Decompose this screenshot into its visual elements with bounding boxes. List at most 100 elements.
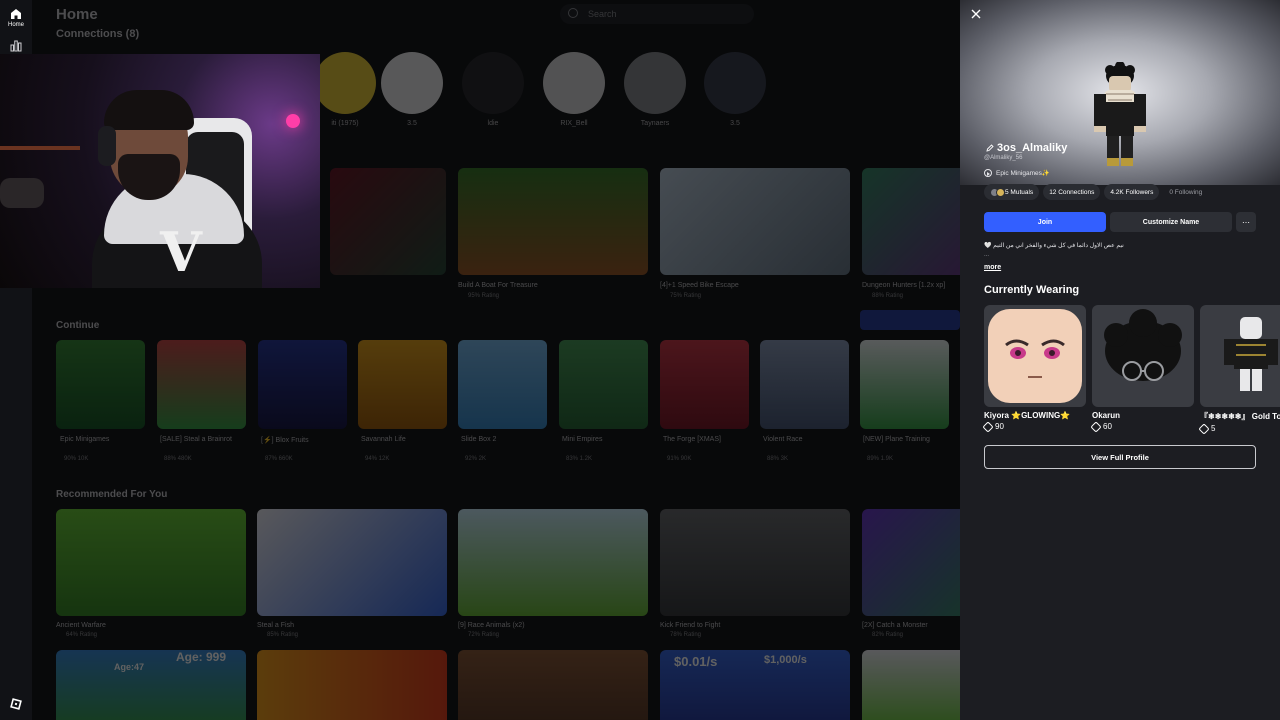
nav-charts[interactable] [0,40,32,52]
friend-name: iti (1975) [331,120,359,127]
robux-icon [1198,422,1210,435]
game-tile[interactable] [257,509,447,616]
game-rating: 95% Rating [468,293,500,299]
item-price: 5 [1198,422,1280,435]
game-tile[interactable] [258,340,347,429]
game-tile[interactable] [56,509,246,616]
game-title: Violent Race [763,436,803,443]
game-tile[interactable] [760,340,849,429]
currently-wearing-title: Currently Wearing [984,284,1080,296]
item-price: 90 [982,420,1086,433]
led-light [286,114,300,128]
game-stats: 89% 1.9K [867,456,894,462]
game-tile[interactable] [157,340,246,429]
mutuals-stat[interactable]: 5 Mutuals [984,184,1040,200]
avatar [543,52,605,114]
game-tile[interactable]: Age:47 Age: 999 [56,650,246,720]
playing-status[interactable]: Epic Minigames✨ [984,169,1050,177]
customize-name-button[interactable]: Customize Name [1110,212,1232,232]
playing-game: Epic Minigames✨ [996,170,1050,177]
avatar [381,52,443,114]
robux-icon [982,420,994,433]
face-item-image [988,309,1082,403]
game-tile[interactable] [458,650,648,720]
friend-name: ldie [487,120,499,127]
wearing-item[interactable]: Kiyora ⭐GLOWING⭐ 90 [982,305,1086,433]
person-hair [104,90,194,130]
game-stats: 88% 3K [767,456,789,462]
friend-item[interactable]: ldie [460,52,526,127]
nav-roblox-logo[interactable] [0,698,32,710]
charts-icon [10,40,22,52]
game-stats: 88% 480K [164,456,192,462]
game-tile[interactable] [862,168,960,275]
item-price-value: 60 [1103,422,1112,431]
game-title: [4]+1 Speed Bike Escape [660,282,739,289]
game-stats: 92% 2K [465,456,487,462]
pencil-icon[interactable] [986,144,994,152]
game-title: Epic Minigames [60,436,110,443]
tile-text: Age: 999 [176,650,227,664]
game-tile[interactable] [56,340,145,429]
avatar-3d [1094,62,1146,166]
game-tile[interactable] [257,650,447,720]
followers-stat[interactable]: 4.2K Followers [1104,184,1160,200]
tile-text: Age:47 [114,662,145,672]
section-continue[interactable]: Continue [56,320,99,331]
robux-icon [1090,420,1102,433]
game-tile[interactable] [862,509,960,616]
game-stats: 83% 1.2K [566,456,593,462]
profile-panel: 3os_Almaliky @Almaliky_56 Epic Minigames… [960,0,1280,720]
game-title: Build A Boat For Treasure [458,282,538,289]
friend-item[interactable]: 3.5 [379,52,445,127]
item-price-value: 5 [1211,424,1216,433]
join-button[interactable]: Join [984,212,1106,232]
section-recommended[interactable]: Recommended For You [56,489,167,500]
webcam-overlay: V [0,54,320,288]
username: @Almaliky_56 [984,155,1023,161]
game-tile[interactable] [660,509,850,616]
avatar [314,52,376,114]
friend-item[interactable]: iti (1975) [312,52,378,127]
game-tile[interactable] [458,340,547,429]
close-button[interactable] [968,6,984,22]
game-stats: 90% 10K [64,456,89,462]
game-tile[interactable] [458,509,648,616]
profile-stats: 5 Mutuals 12 Connections 4.2K Followers … [984,184,1208,200]
game-tile[interactable] [660,168,850,275]
game-tile[interactable] [458,168,648,275]
following-stat[interactable]: 0 Following [1163,184,1208,200]
more-options-button[interactable]: ⋯ [1236,212,1256,232]
friend-item[interactable]: Taynaers [622,52,688,127]
blue-banner [860,310,960,330]
game-tile[interactable]: $0.01/s $1,000/s [660,650,850,720]
wearing-item[interactable]: 『❄❄❄❄❄』 Gold Toon 5 [1198,305,1280,435]
game-tile[interactable] [860,340,949,429]
game-tile[interactable] [330,168,446,275]
bio-more-link[interactable]: more [984,264,1001,271]
game-rating: 85% Rating [267,632,299,638]
friend-item[interactable]: RIX_Bell [541,52,607,127]
connections-stat[interactable]: 12 Connections [1043,184,1101,200]
game-rating: 88% Rating [872,293,904,299]
connections-header[interactable]: Connections (8) [56,28,139,40]
hair-item-image [1104,309,1182,381]
search-placeholder: Search [588,9,617,19]
home-icon [11,9,21,19]
game-tile[interactable] [559,340,648,429]
game-tile[interactable] [862,650,960,720]
mutuals-label: 5 Mutuals [1005,188,1034,196]
search-input[interactable]: Search [560,4,754,24]
view-full-profile-button[interactable]: View Full Profile [984,445,1256,469]
game-title: Dungeon Hunters [1.2x xp] [862,282,946,289]
friend-item[interactable]: 3.5 [702,52,768,127]
wearing-item[interactable]: Okarun 60 [1090,305,1194,433]
item-thumbnail [984,305,1086,407]
game-tile[interactable] [358,340,447,429]
nav-home[interactable]: Home [0,8,32,28]
game-title: [SALE] Steal a Brainrot [160,436,232,443]
outfit-item-image [1224,317,1278,391]
game-tile[interactable] [660,340,749,429]
game-title: Mini Empires [562,436,603,443]
mutual-avatars [990,187,1005,197]
